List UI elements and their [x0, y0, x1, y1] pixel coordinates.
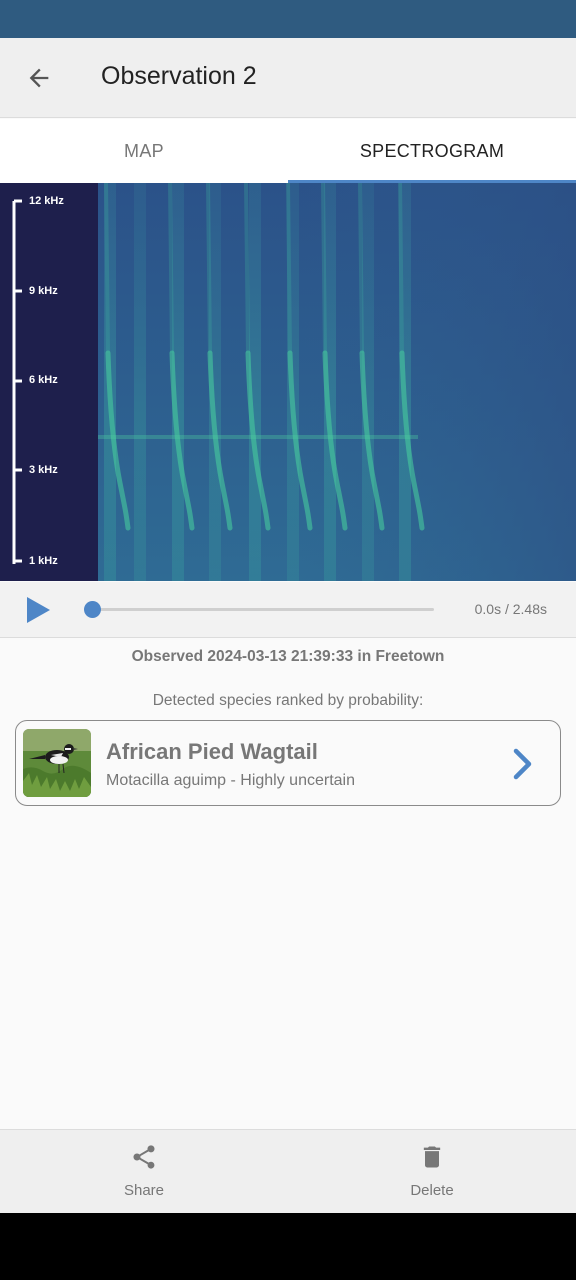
species-common-name: African Pied Wagtail [106, 739, 318, 764]
spectrogram-image [0, 183, 576, 581]
tab-spectrogram-label: SPECTROGRAM [359, 140, 505, 161]
tab-bar: MAP SPECTROGRAM [0, 119, 576, 183]
chevron-right-icon [513, 748, 532, 780]
delete-icon [423, 1146, 441, 1168]
tab-map-label: MAP [124, 140, 164, 161]
audio-player: 0.0s / 2.48s [0, 582, 576, 638]
species-card[interactable]: African Pied Wagtail Motacilla aguimp - … [15, 720, 561, 806]
freq-label-1: 1 kHz [29, 555, 58, 567]
species-scientific-name: Motacilla aguimp - Highly uncertain [106, 772, 355, 789]
delete-button[interactable]: Delete [288, 1130, 576, 1214]
app-bar: Observation 2 [0, 38, 576, 118]
tab-spectrogram[interactable]: SPECTROGRAM [288, 119, 576, 183]
tab-map[interactable]: MAP [0, 119, 288, 183]
play-button[interactable] [24, 594, 54, 626]
detected-heading: Detected species ranked by probability: [152, 692, 424, 709]
bird-photo [23, 729, 91, 797]
bottom-nav: Share Delete [0, 1129, 576, 1213]
back-button[interactable] [16, 56, 62, 100]
delete-label: Delete [410, 1182, 454, 1199]
observed-info: Observed 2024-03-13 21:39:33 in Freetown [131, 648, 445, 665]
seek-bar[interactable] [84, 601, 434, 618]
status-bar [0, 0, 576, 38]
page-title: Observation 2 [101, 62, 257, 90]
playback-time: 0.0s / 2.48s [474, 601, 547, 617]
play-icon [27, 597, 50, 623]
share-label: Share [123, 1182, 165, 1199]
system-nav-bar [0, 1213, 576, 1280]
spectrogram-view: 12 kHz 9 kHz 6 kHz 3 kHz 1 kHz [0, 183, 576, 581]
seek-thumb[interactable] [84, 601, 101, 618]
share-icon [133, 1145, 155, 1169]
freq-label-9: 9 kHz [29, 285, 58, 297]
freq-label-12: 12 kHz [29, 195, 64, 207]
share-button[interactable]: Share [0, 1130, 288, 1214]
arrow-back-icon [29, 68, 49, 88]
freq-label-6: 6 kHz [29, 374, 58, 386]
freq-label-3: 3 kHz [29, 464, 58, 476]
